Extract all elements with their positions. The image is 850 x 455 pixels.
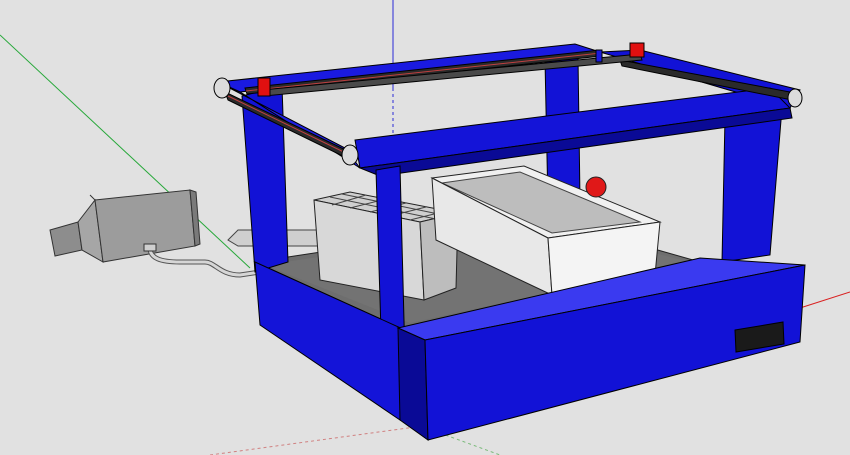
roller-front-left [341, 144, 359, 166]
modeling-viewport[interactable] [0, 0, 850, 455]
carriage-mid [595, 49, 603, 63]
carriage-left[interactable] [257, 77, 271, 97]
carriage-right[interactable] [629, 42, 645, 58]
roller-left [213, 77, 231, 99]
3d-model-scene[interactable] [0, 0, 850, 455]
red-knob [585, 176, 607, 198]
roller-right [787, 88, 803, 108]
